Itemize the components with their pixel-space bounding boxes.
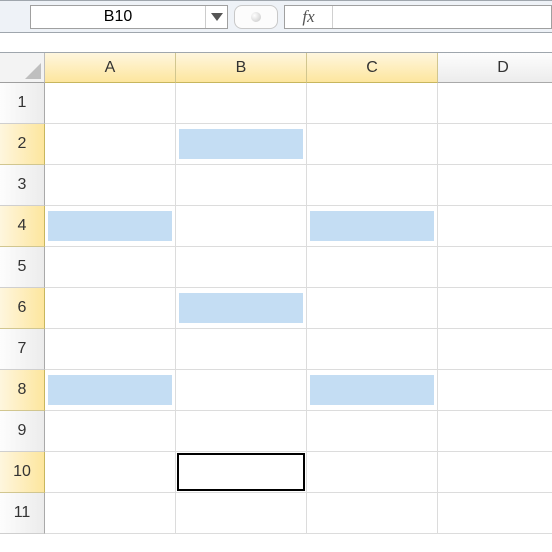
cell-B5[interactable] [176,247,307,288]
row-header-10[interactable]: 10 [0,452,45,493]
cell-C2[interactable] [307,124,438,165]
cell-C9[interactable] [307,411,438,452]
column-header-A[interactable]: A [45,53,176,83]
insert-function-button[interactable]: fx [285,6,333,28]
cancel-enter-box [234,5,278,29]
spacer-bar [0,33,552,53]
cell-A1[interactable] [45,83,176,124]
cell-A6[interactable] [45,288,176,329]
highlight-fill [310,375,434,405]
cell-B10[interactable] [176,452,307,493]
cell-A3[interactable] [45,165,176,206]
highlight-fill [48,375,172,405]
cell-C10[interactable] [307,452,438,493]
row-header-11[interactable]: 11 [0,493,45,534]
formula-bar-row: B10 fx [0,0,552,33]
cell-D6[interactable] [438,288,552,329]
cell-A9[interactable] [45,411,176,452]
highlight-fill [48,211,172,241]
cell-C1[interactable] [307,83,438,124]
cell-A5[interactable] [45,247,176,288]
cell-B11[interactable] [176,493,307,534]
row-header-9[interactable]: 9 [0,411,45,452]
name-box-value: B10 [31,8,205,26]
cell-B9[interactable] [176,411,307,452]
row-header-2[interactable]: 2 [0,124,45,165]
cell-C11[interactable] [307,493,438,534]
cell-C3[interactable] [307,165,438,206]
cell-A11[interactable] [45,493,176,534]
row-header-6[interactable]: 6 [0,288,45,329]
cell-A8[interactable] [45,370,176,411]
formula-input[interactable] [333,6,551,28]
row-header-1[interactable]: 1 [0,83,45,124]
row-header-4[interactable]: 4 [0,206,45,247]
row-header-5[interactable]: 5 [0,247,45,288]
cell-D2[interactable] [438,124,552,165]
cell-D1[interactable] [438,83,552,124]
indicator-dot-icon [251,12,261,22]
cell-D10[interactable] [438,452,552,493]
cell-A10[interactable] [45,452,176,493]
highlight-fill [179,293,303,323]
cell-D8[interactable] [438,370,552,411]
row-header-3[interactable]: 3 [0,165,45,206]
cell-C8[interactable] [307,370,438,411]
cell-B7[interactable] [176,329,307,370]
row-header-7[interactable]: 7 [0,329,45,370]
cell-D9[interactable] [438,411,552,452]
cell-B4[interactable] [176,206,307,247]
cell-A4[interactable] [45,206,176,247]
name-box-dropdown[interactable] [205,6,227,28]
cell-C6[interactable] [307,288,438,329]
cell-C5[interactable] [307,247,438,288]
cell-D11[interactable] [438,493,552,534]
name-box[interactable]: B10 [30,5,228,29]
formula-bar: fx [284,5,552,29]
column-header-B[interactable]: B [176,53,307,83]
cell-B3[interactable] [176,165,307,206]
cell-A2[interactable] [45,124,176,165]
cell-D4[interactable] [438,206,552,247]
cell-B6[interactable] [176,288,307,329]
cell-B2[interactable] [176,124,307,165]
select-all-corner[interactable] [0,53,45,83]
cell-B8[interactable] [176,370,307,411]
cell-A7[interactable] [45,329,176,370]
highlight-fill [179,129,303,159]
row-header-8[interactable]: 8 [0,370,45,411]
highlight-fill [310,211,434,241]
cell-C4[interactable] [307,206,438,247]
cell-D3[interactable] [438,165,552,206]
cell-D7[interactable] [438,329,552,370]
cell-D5[interactable] [438,247,552,288]
column-header-D[interactable]: D [438,53,552,83]
spreadsheet-grid[interactable]: ABCD 1234567891011 [0,53,552,534]
chevron-down-icon [211,13,223,21]
cell-B1[interactable] [176,83,307,124]
column-header-C[interactable]: C [307,53,438,83]
cell-C7[interactable] [307,329,438,370]
